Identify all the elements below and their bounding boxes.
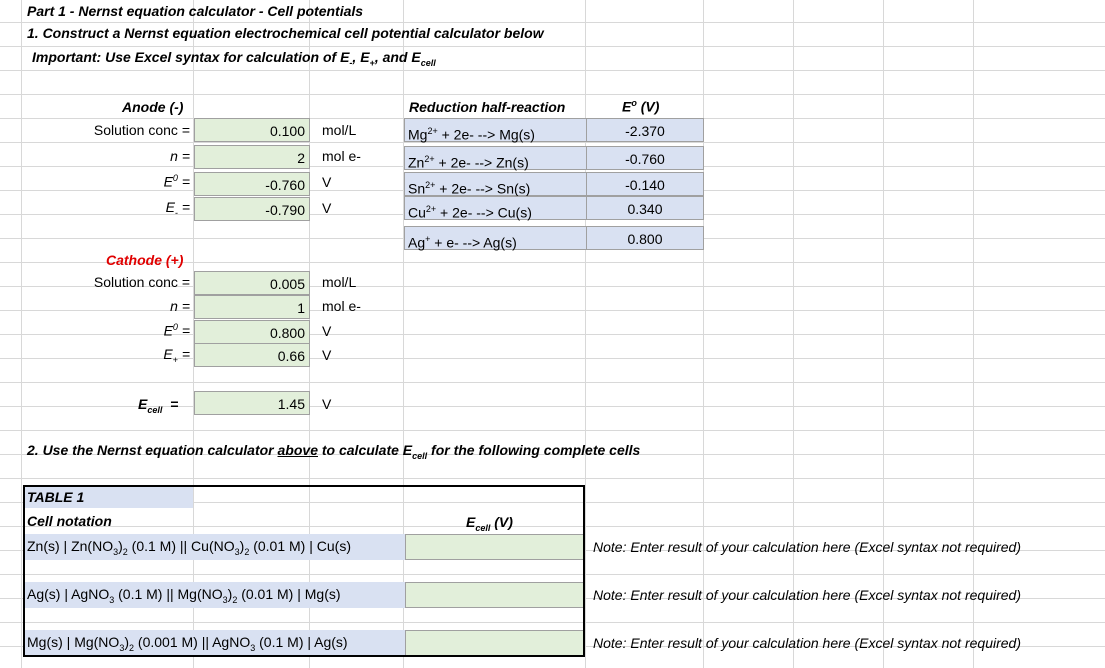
table1-border-bottom xyxy=(23,655,585,657)
table1-border-top xyxy=(23,485,585,487)
anode-eminus-cell[interactable]: -0.790 xyxy=(194,197,310,221)
table1-row1-note: Note: Enter result of your calculation h… xyxy=(593,539,1021,555)
cathode-heading: Cathode (+) xyxy=(106,252,184,268)
table1-row1-notation: Zn(s) | Zn(NO3)2 (0.1 M) || Cu(NO3)2 (0.… xyxy=(27,538,351,557)
table1-border-right xyxy=(583,485,585,657)
table1-row2-notation: Ag(s) | AgNO3 (0.1 M) || Mg(NO3)2 (0.01 … xyxy=(27,586,341,605)
cathode-n-cell[interactable]: 1 xyxy=(194,295,310,319)
table1-row2-ecell-input[interactable] xyxy=(405,582,585,608)
anode-e0-label: E0 = xyxy=(163,173,190,190)
e0-cu[interactable]: 0.340 xyxy=(586,196,704,220)
reaction-ag[interactable]: Ag+ + e- --> Ag(s) xyxy=(404,226,587,251)
reaction-mg[interactable]: Mg2+ + 2e- --> Mg(s) xyxy=(404,118,587,143)
anode-n-unit: mol e- xyxy=(322,148,361,164)
table1-row3-note: Note: Enter result of your calculation h… xyxy=(593,635,1021,651)
spreadsheet-grid[interactable]: Part 1 - Nernst equation calculator - Ce… xyxy=(0,0,1105,668)
table1-row3-ecell-input[interactable] xyxy=(405,630,585,656)
table1-col-ecell: Ecell (V) xyxy=(466,514,513,533)
e0-zn[interactable]: -0.760 xyxy=(586,146,704,170)
step1-instruction: 1. Construct a Nernst equation electroch… xyxy=(27,25,544,41)
cathode-eplus-cell[interactable]: 0.66 xyxy=(194,343,310,367)
reaction-zn[interactable]: Zn2+ + 2e- --> Zn(s) xyxy=(404,146,587,171)
cathode-e0-label: E0 = xyxy=(163,322,190,339)
e0-mg[interactable]: -2.370 xyxy=(586,118,704,142)
anode-n-label: n = xyxy=(170,148,190,164)
ecell-label: Ecell = xyxy=(138,396,179,415)
e0-sn[interactable]: -0.140 xyxy=(586,172,704,196)
important-note: Important: Use Excel syntax for calculat… xyxy=(32,49,436,68)
reduction-header: Reduction half-reaction xyxy=(409,99,566,115)
anode-e0-cell[interactable]: -0.760 xyxy=(194,172,310,196)
e0-ag[interactable]: 0.800 xyxy=(586,226,704,250)
anode-conc-label: Solution conc = xyxy=(93,122,190,138)
cathode-n-label: n = xyxy=(170,298,190,314)
anode-heading: Anode (-) xyxy=(122,99,184,115)
cathode-e0-unit: V xyxy=(322,323,332,339)
anode-conc-cell[interactable]: 0.100 xyxy=(194,118,310,142)
cathode-eplus-label: E+ = xyxy=(163,346,190,365)
table1-row2-note: Note: Enter result of your calculation h… xyxy=(593,587,1021,603)
page-title: Part 1 - Nernst equation calculator - Ce… xyxy=(27,3,364,19)
e0-header: Eo (V) xyxy=(622,98,660,115)
cathode-conc-label: Solution conc = xyxy=(93,274,190,290)
table1-title: TABLE 1 xyxy=(27,489,85,505)
reaction-cu[interactable]: Cu2+ + 2e- --> Cu(s) xyxy=(404,196,587,221)
cathode-conc-cell[interactable]: 0.005 xyxy=(194,271,310,295)
table1-row1-ecell-input[interactable] xyxy=(405,534,585,560)
table1-border-left xyxy=(23,485,25,657)
anode-eminus-unit: V xyxy=(322,200,332,216)
reaction-sn[interactable]: Sn2+ + 2e- --> Sn(s) xyxy=(404,172,587,197)
anode-conc-unit: mol/L xyxy=(322,122,357,138)
table1-row3-notation: Mg(s) | Mg(NO3)2 (0.001 M) || AgNO3 (0.1… xyxy=(27,634,348,653)
step2-instruction: 2. Use the Nernst equation calculator ab… xyxy=(27,442,641,461)
cathode-eplus-unit: V xyxy=(322,347,332,363)
anode-n-cell[interactable]: 2 xyxy=(194,145,310,169)
cathode-conc-unit: mol/L xyxy=(322,274,357,290)
cathode-n-unit: mol e- xyxy=(322,298,361,314)
table1-col-cell-notation: Cell notation xyxy=(27,513,112,529)
ecell-unit: V xyxy=(322,396,332,412)
anode-e0-unit: V xyxy=(322,174,332,190)
cathode-e0-cell[interactable]: 0.800 xyxy=(194,320,310,344)
ecell-cell[interactable]: 1.45 xyxy=(194,391,310,415)
anode-eminus-label: E- = xyxy=(165,199,190,218)
